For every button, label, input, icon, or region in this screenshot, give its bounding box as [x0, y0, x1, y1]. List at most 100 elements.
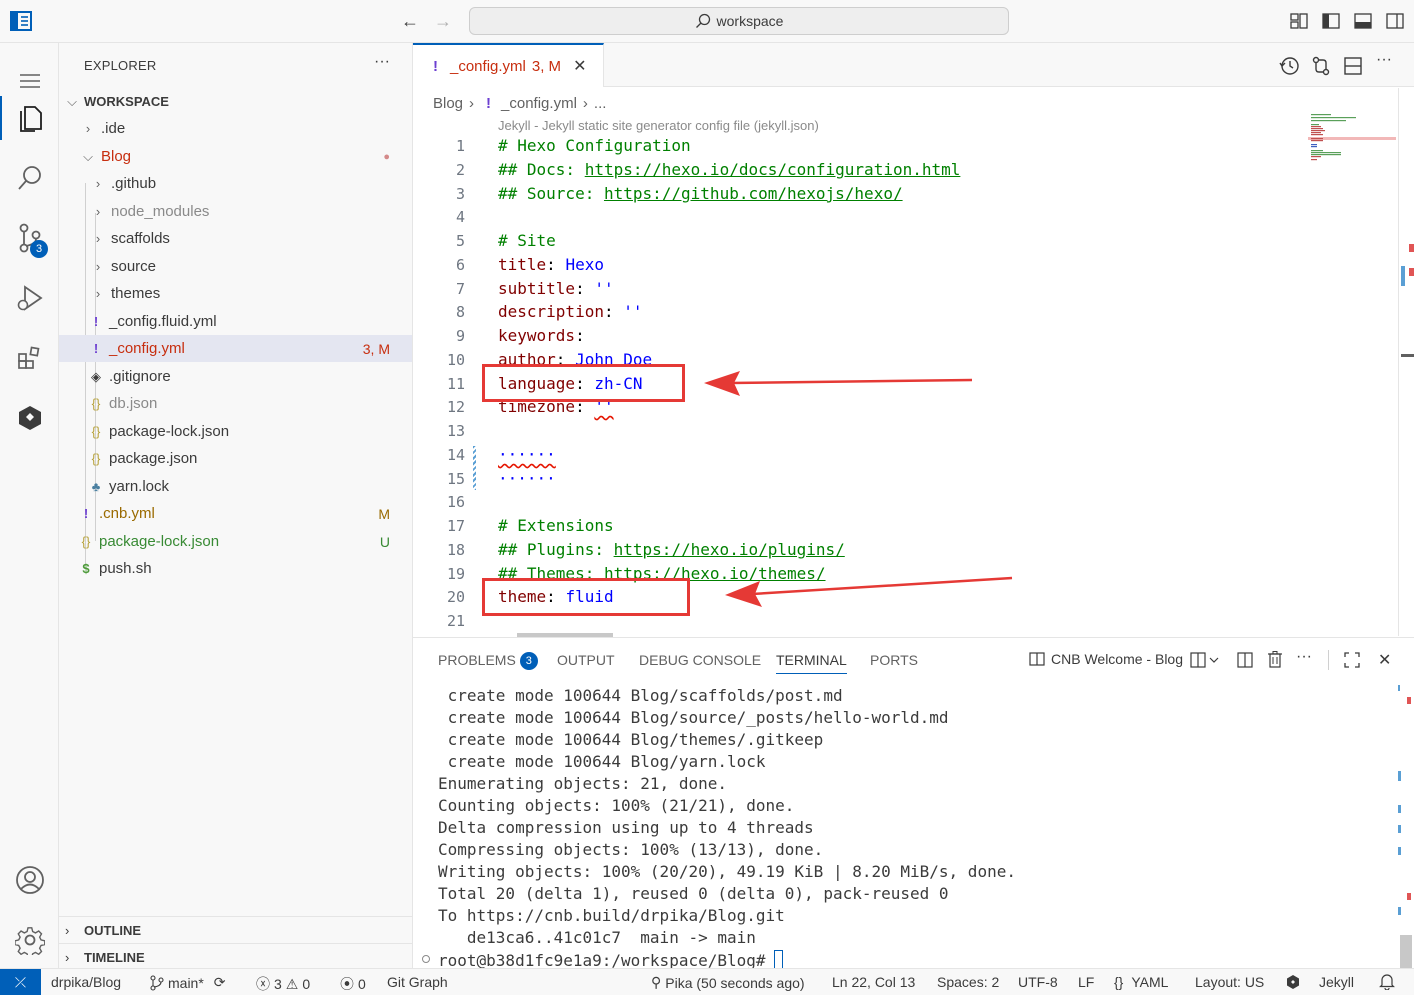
tree-folder-scaffolds[interactable]: › scaffolds	[59, 225, 412, 252]
tree-folder-source[interactable]: › source	[59, 253, 412, 280]
tree-file-yarn-lock[interactable]: ♣ yarn.lock	[59, 473, 412, 500]
vscode-menu-icon[interactable]	[10, 11, 32, 31]
new-terminal-split-dropdown-icon[interactable]	[1190, 652, 1220, 668]
toggle-panel-icon[interactable]	[1353, 11, 1373, 31]
schema-codelens[interactable]: Jekyll - Jekyll static site generator co…	[498, 118, 819, 133]
tree-file-package-lock[interactable]: {} package-lock.json	[59, 418, 412, 445]
status-blame[interactable]: ⚲ Pika (50 seconds ago)	[651, 974, 805, 991]
yaml-file-icon: !	[93, 314, 99, 329]
tree-file-gitignore[interactable]: ◈ .gitignore	[59, 363, 412, 390]
tree-folder-node-modules[interactable]: › node_modules	[59, 198, 412, 225]
status-indentation[interactable]: Spaces: 2	[937, 974, 999, 990]
tree-file-config-yml[interactable]: ! _config.yml 3, M	[59, 335, 412, 362]
explorer-files-icon[interactable]	[0, 90, 59, 146]
code-line: ## Plugins: https://hexo.io/plugins/	[498, 540, 845, 559]
more-actions-icon[interactable]: ···	[1296, 648, 1312, 666]
tab-debug-console[interactable]: DEBUG CONSOLE	[639, 652, 761, 674]
more-actions-icon[interactable]: ···	[1376, 51, 1398, 73]
chevron-right-icon: ›	[95, 204, 101, 219]
status-problems[interactable]: ⓧ 3 ⚠ 0	[256, 974, 310, 994]
status-json-schema[interactable]: Jekyll	[1285, 974, 1354, 990]
code-line: ## Docs: https://hexo.io/docs/configurat…	[498, 160, 961, 179]
status-eol[interactable]: LF	[1078, 974, 1094, 990]
search-icon	[695, 13, 710, 28]
maximize-panel-icon[interactable]	[1344, 652, 1360, 668]
tree-item-ide[interactable]: › .ide	[59, 115, 412, 142]
tree-file-package-lock-root[interactable]: {} package-lock.json U	[59, 528, 412, 555]
tree-file-config-fluid[interactable]: ! _config.fluid.yml	[59, 308, 412, 335]
editor-scrollbar[interactable]	[1398, 88, 1414, 636]
tab-config-yml[interactable]: ! _config.yml 3, M ✕	[413, 43, 604, 87]
terminal-selector[interactable]: CNB Welcome - Blog	[1029, 651, 1183, 667]
toggle-primary-sidebar-icon[interactable]	[1321, 11, 1341, 31]
status-ports[interactable]: ⦿ 0	[340, 974, 366, 994]
terminal-scrollbar[interactable]	[1397, 685, 1413, 968]
explorer-sidebar: EXPLORER ··· ⌵ WORKSPACE › .ide ⌵ Blog ●…	[59, 43, 413, 968]
tree-file-package-json[interactable]: {} package.json	[59, 445, 412, 472]
code-line: # Hexo Configuration	[498, 136, 691, 155]
explorer-more-actions-button[interactable]: ···	[374, 53, 390, 71]
tree-file-db-json[interactable]: {} db.json	[59, 390, 412, 417]
status-cursor-position[interactable]: Ln 22, Col 13	[832, 974, 915, 990]
breadcrumb-file[interactable]: _config.yml	[501, 95, 577, 112]
run-and-debug-icon[interactable]	[0, 270, 59, 326]
tab-git-status: 3, M	[531, 57, 562, 75]
timeline-history-icon[interactable]	[1278, 55, 1300, 77]
outline-section[interactable]: › OUTLINE	[59, 916, 412, 943]
git-branch-icon	[150, 974, 164, 991]
timeline-section[interactable]: › TIMELINE	[59, 943, 412, 970]
chevron-right-icon: ›	[65, 949, 70, 965]
close-panel-icon[interactable]: ✕	[1378, 650, 1391, 670]
tree-file-cnb-yml[interactable]: ! .cnb.yml M	[59, 500, 412, 527]
breadcrumb-symbol[interactable]: ...	[594, 95, 607, 112]
status-language-mode[interactable]: {} YAML	[1114, 974, 1168, 990]
tab-problems[interactable]: PROBLEMS 3	[438, 652, 538, 674]
split-editor-icon[interactable]	[1342, 55, 1364, 77]
accounts-icon[interactable]	[0, 852, 59, 908]
status-repo[interactable]: drpika/Blog	[51, 974, 121, 990]
sync-icon[interactable]: ⟳	[214, 974, 226, 991]
tree-file-push-sh[interactable]: $ push.sh	[59, 555, 412, 582]
yaml-file-icon: !	[486, 94, 492, 112]
command-center-search[interactable]: workspace	[469, 7, 1009, 35]
terminal-line: create mode 100644 Blog/scaffolds/post.m…	[438, 686, 843, 705]
minimap[interactable]	[1308, 110, 1398, 170]
terminal-line: Counting objects: 100% (21/21), done.	[438, 796, 795, 815]
tree-folder-blog[interactable]: ⌵ Blog ●	[59, 143, 412, 170]
cnb-extension-icon[interactable]	[0, 390, 59, 446]
go-back-arrow-icon[interactable]: ←	[400, 11, 420, 31]
terminal-line: To https://cnb.build/drpika/Blog.git	[438, 906, 785, 925]
open-changes-icon[interactable]	[1310, 55, 1332, 77]
status-branch[interactable]: main* ⟳	[150, 974, 226, 991]
extensions-icon[interactable]	[0, 330, 59, 386]
json-braces-icon: {}	[91, 451, 101, 466]
chevron-right-icon: ›	[469, 94, 475, 112]
source-control-icon[interactable]: 3	[0, 210, 59, 266]
tab-output[interactable]: OUTPUT	[557, 652, 615, 674]
tab-terminal[interactable]: TERMINAL	[776, 652, 847, 674]
status-encoding[interactable]: UTF-8	[1018, 974, 1058, 990]
workspace-root[interactable]: ⌵ WORKSPACE	[59, 88, 412, 115]
terminal-prompt-line[interactable]: root@b38d1fc9e1a9:/workspace/Blog#	[438, 950, 783, 970]
customize-layout-icon[interactable]	[1289, 11, 1309, 31]
trash-icon[interactable]	[1267, 651, 1283, 668]
command-center-label: workspace	[716, 13, 784, 29]
notifications-bell-icon[interactable]	[1379, 973, 1395, 993]
search-icon[interactable]	[0, 150, 59, 206]
yaml-file-icon: !	[93, 341, 99, 356]
json-braces-icon: {}	[81, 534, 91, 549]
git-status-badge: 3, M	[362, 340, 390, 357]
remote-indicator-icon[interactable]: ⤫	[0, 969, 41, 995]
manage-gear-icon[interactable]	[0, 912, 59, 968]
tree-folder-themes[interactable]: › themes	[59, 280, 412, 307]
tab-ports[interactable]: PORTS	[870, 652, 918, 674]
tree-folder-github[interactable]: › .github	[59, 170, 412, 197]
toggle-secondary-sidebar-icon[interactable]	[1385, 11, 1405, 31]
status-git-graph[interactable]: Git Graph	[387, 974, 448, 990]
breadcrumb-blog[interactable]: Blog	[433, 95, 463, 112]
split-terminal-icon[interactable]	[1237, 652, 1253, 668]
code-line: ······	[498, 469, 556, 488]
status-keyboard-layout[interactable]: Layout: US	[1195, 974, 1264, 990]
close-icon[interactable]: ✕	[573, 56, 586, 76]
go-forward-arrow-icon[interactable]: →	[433, 11, 453, 31]
